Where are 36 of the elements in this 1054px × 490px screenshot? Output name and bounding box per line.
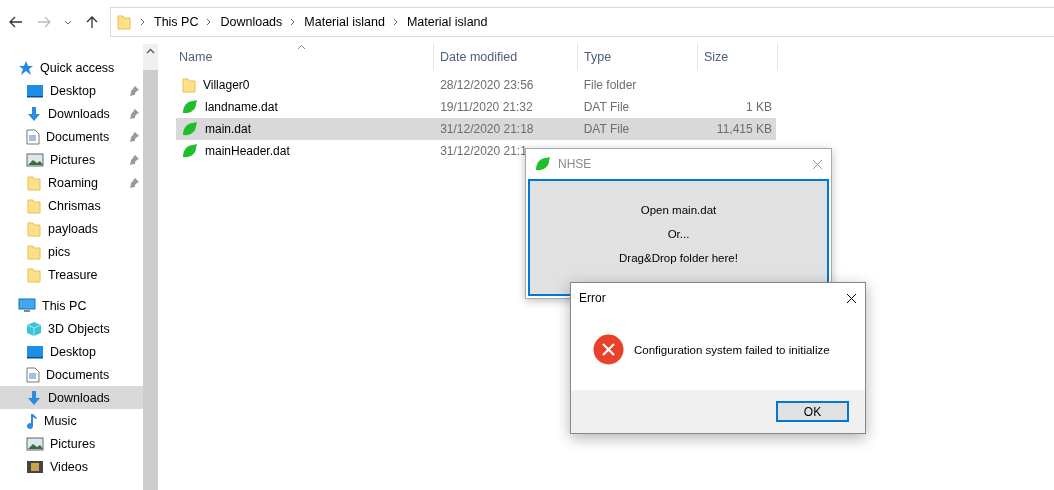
drop-zone-text: Or...	[667, 228, 690, 240]
sidebar-label: Quick access	[40, 60, 115, 75]
date-modified: 19/11/2020 21:32	[440, 100, 533, 114]
sidebar-label: Roaming	[48, 175, 99, 190]
window-title: NHSE	[558, 157, 593, 171]
file-type: DAT File	[583, 100, 630, 114]
sidebar-label: pics	[48, 244, 71, 259]
file-name: main.dat	[205, 122, 252, 136]
sidebar-label: Chrismas	[48, 198, 101, 213]
sidebar-label: Pictures	[50, 436, 96, 451]
sidebar-label: Desktop	[50, 83, 96, 98]
sidebar-label: Downloads	[48, 106, 110, 121]
file-type: DAT File	[583, 122, 630, 136]
sidebar-label: payloads	[48, 221, 99, 236]
date-modified: 31/12/2020 21:18	[440, 122, 534, 136]
file-size: 1 KB	[746, 100, 772, 114]
date-modified: 28/12/2020 23:56	[440, 78, 534, 92]
error-message: Configuration system failed to initialize	[634, 343, 830, 356]
file-size: 11,415 KB	[716, 122, 772, 136]
drop-zone-text: Open main.dat	[640, 204, 717, 216]
date-modified: 31/12/2020 21:1	[440, 144, 527, 158]
drop-zone-text: Drag&Drop folder here!	[619, 252, 738, 264]
sidebar-label: This PC	[42, 298, 87, 313]
sidebar-label: Documents	[46, 129, 110, 144]
sidebar-label: Videos	[50, 459, 88, 474]
file-name: landname.dat	[205, 100, 278, 114]
file-type: File folder	[583, 78, 637, 92]
sidebar-label: Downloads	[48, 390, 110, 405]
sidebar-label: Documents	[46, 367, 110, 382]
sidebar-label: Treasure	[48, 267, 98, 282]
sidebar-label: 3D Objects	[48, 321, 110, 336]
sidebar-label: Pictures	[50, 152, 96, 167]
file-name: mainHeader.dat	[205, 144, 290, 158]
sidebar-label: Desktop	[50, 344, 96, 359]
file-name: Villager0	[203, 78, 250, 92]
sidebar-label: Music	[44, 413, 77, 428]
